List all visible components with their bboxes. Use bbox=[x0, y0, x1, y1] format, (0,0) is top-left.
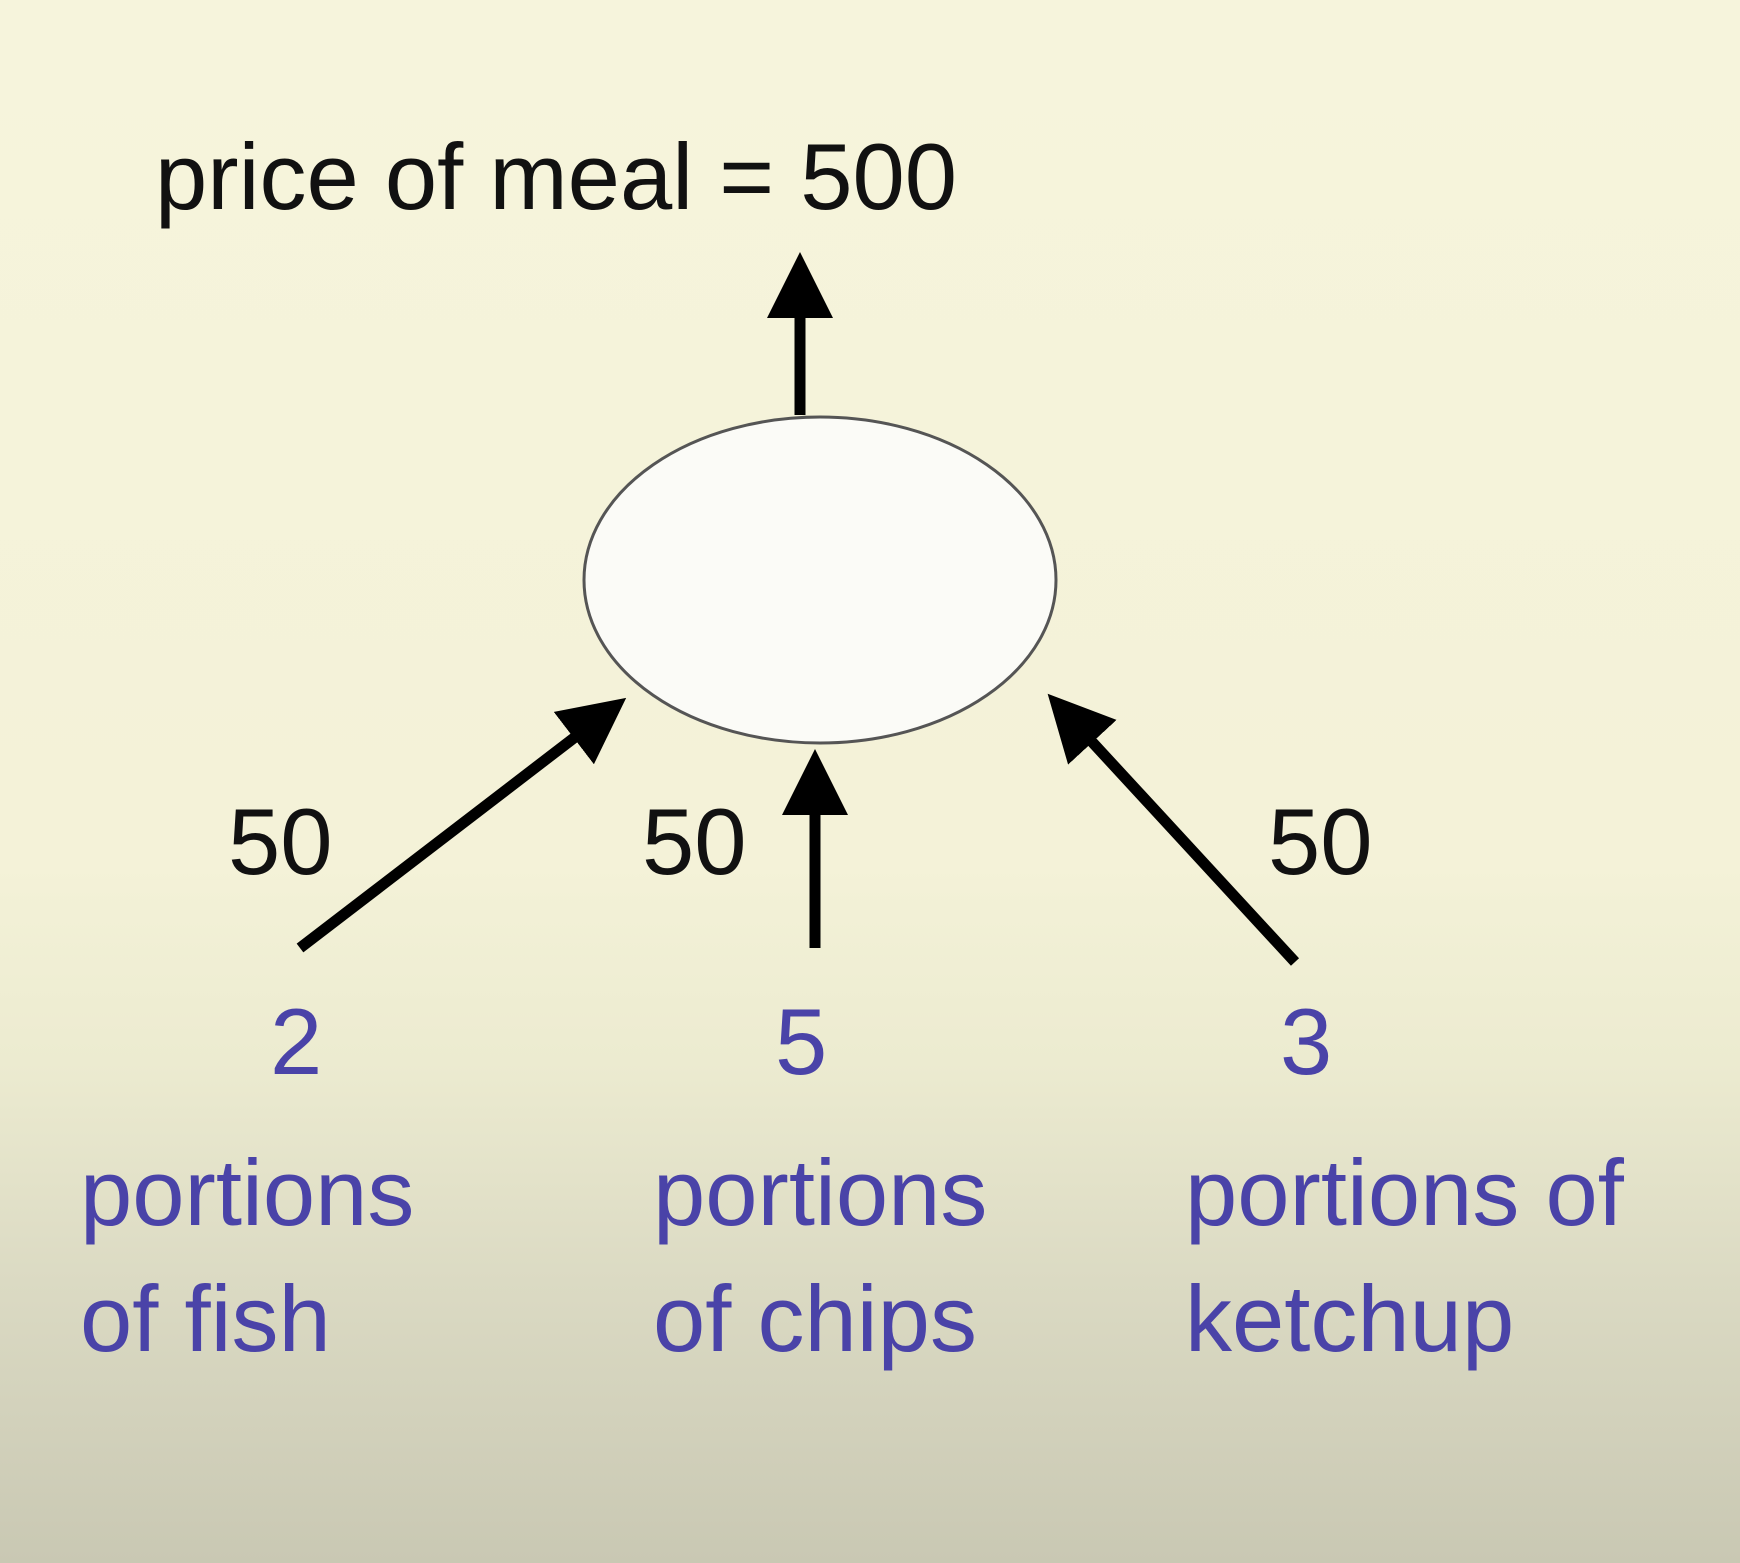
ketchup-quantity: 3 bbox=[1280, 989, 1333, 1094]
linear-neuron bbox=[582, 415, 1058, 745]
fish-weight-label: 50 bbox=[228, 789, 333, 894]
chips-label-line-2: of chips bbox=[653, 1266, 977, 1371]
ketchup-weight-label: 50 bbox=[1268, 789, 1373, 894]
chips-weight-label: 50 bbox=[642, 789, 747, 894]
ketchup-label-line-2: ketchup bbox=[1185, 1266, 1515, 1371]
fish-input-arrow bbox=[296, 697, 627, 953]
chips-quantity: 5 bbox=[775, 989, 828, 1094]
ketchup-input-label: portions of ketchup bbox=[1185, 1130, 1624, 1382]
chips-input-label: portions of chips bbox=[653, 1130, 987, 1382]
fish-label-line-2: of fish bbox=[80, 1266, 331, 1371]
chips-label-line-1: portions bbox=[653, 1140, 988, 1245]
fish-label-line-1: portions bbox=[80, 1140, 415, 1245]
price-of-meal-label: price of meal = 500 bbox=[155, 124, 958, 229]
ketchup-input-arrow bbox=[1047, 693, 1300, 966]
fish-input-label: portions of fish bbox=[80, 1130, 414, 1382]
fish-quantity: 2 bbox=[270, 989, 323, 1094]
ketchup-label-line-1: portions of bbox=[1185, 1140, 1624, 1245]
